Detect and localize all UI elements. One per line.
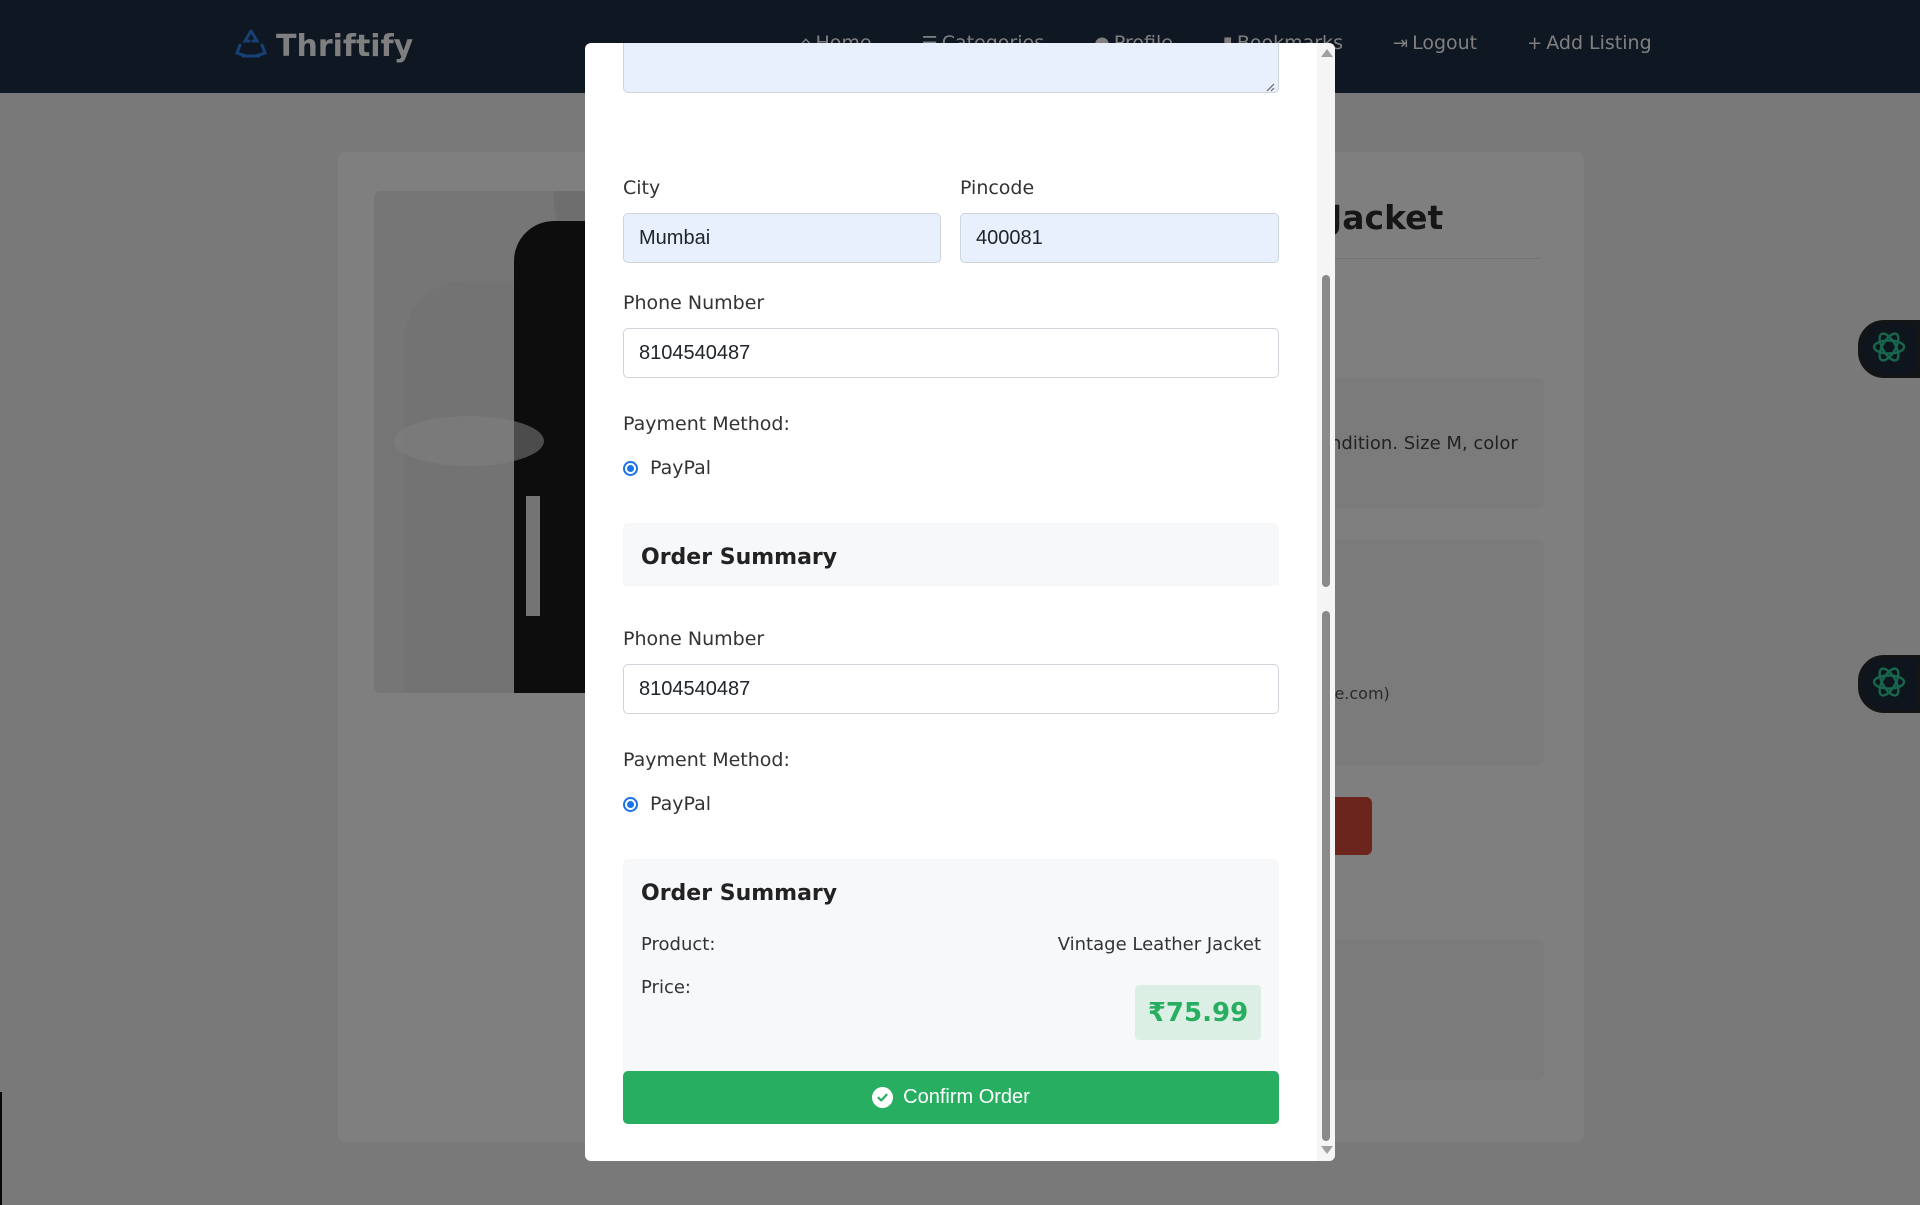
- paypal-radio[interactable]: [623, 796, 638, 812]
- modal-scrollbar[interactable]: [1317, 43, 1335, 1161]
- form-section-upper: City Mumbai Pincode 400081 Phone Number …: [585, 43, 1315, 586]
- confirm-order-label: Confirm Order: [903, 1086, 1030, 1108]
- order-summary: Order Summary Product: Vintage Leather J…: [623, 523, 1279, 586]
- address-textarea[interactable]: [623, 43, 1279, 93]
- paypal-radio[interactable]: [623, 460, 638, 476]
- scroll-up-icon[interactable]: [1321, 49, 1333, 57]
- paypal-label: PayPal: [650, 457, 712, 479]
- order-summary-title: Order Summary: [641, 545, 838, 570]
- phone-label: Phone Number: [623, 628, 765, 650]
- city-label: City: [623, 177, 661, 199]
- checkout-modal: City Mumbai Pincode 400081 Phone Number …: [585, 43, 1335, 1161]
- pincode-input[interactable]: 400081: [960, 213, 1279, 263]
- payment-option-paypal[interactable]: PayPal: [623, 793, 711, 815]
- scrollbar-thumb-secondary[interactable]: [1322, 611, 1330, 1141]
- pincode-label: Pincode: [960, 177, 1035, 199]
- product-value: Vintage Leather Jacket: [1057, 934, 1261, 955]
- payment-method-label: Payment Method:: [623, 413, 790, 435]
- phone-input[interactable]: 8104540487: [623, 328, 1279, 378]
- payment-method-label: Payment Method:: [623, 749, 790, 771]
- scrollbar-thumb[interactable]: [1322, 275, 1330, 587]
- scroll-down-icon[interactable]: [1321, 1146, 1333, 1154]
- payment-option-paypal[interactable]: PayPal: [623, 457, 711, 479]
- order-summary-title: Order Summary: [641, 881, 838, 906]
- phone-label: Phone Number: [623, 292, 765, 314]
- check-circle-icon: [872, 1087, 894, 1108]
- order-summary: Order Summary Product: Vintage Leather J…: [623, 859, 1279, 1083]
- phone-input[interactable]: 8104540487: [623, 664, 1279, 714]
- city-input[interactable]: Mumbai: [623, 213, 941, 263]
- product-key: Product:: [641, 934, 716, 955]
- confirm-order-button[interactable]: Confirm Order: [623, 1071, 1279, 1124]
- price-value: ₹75.99: [1135, 985, 1261, 1040]
- price-key: Price:: [641, 977, 691, 998]
- checkout-form: City Mumbai Pincode 400081 Phone Number …: [585, 43, 1315, 1161]
- resize-grip-icon[interactable]: [1265, 79, 1275, 92]
- paypal-label: PayPal: [650, 793, 712, 815]
